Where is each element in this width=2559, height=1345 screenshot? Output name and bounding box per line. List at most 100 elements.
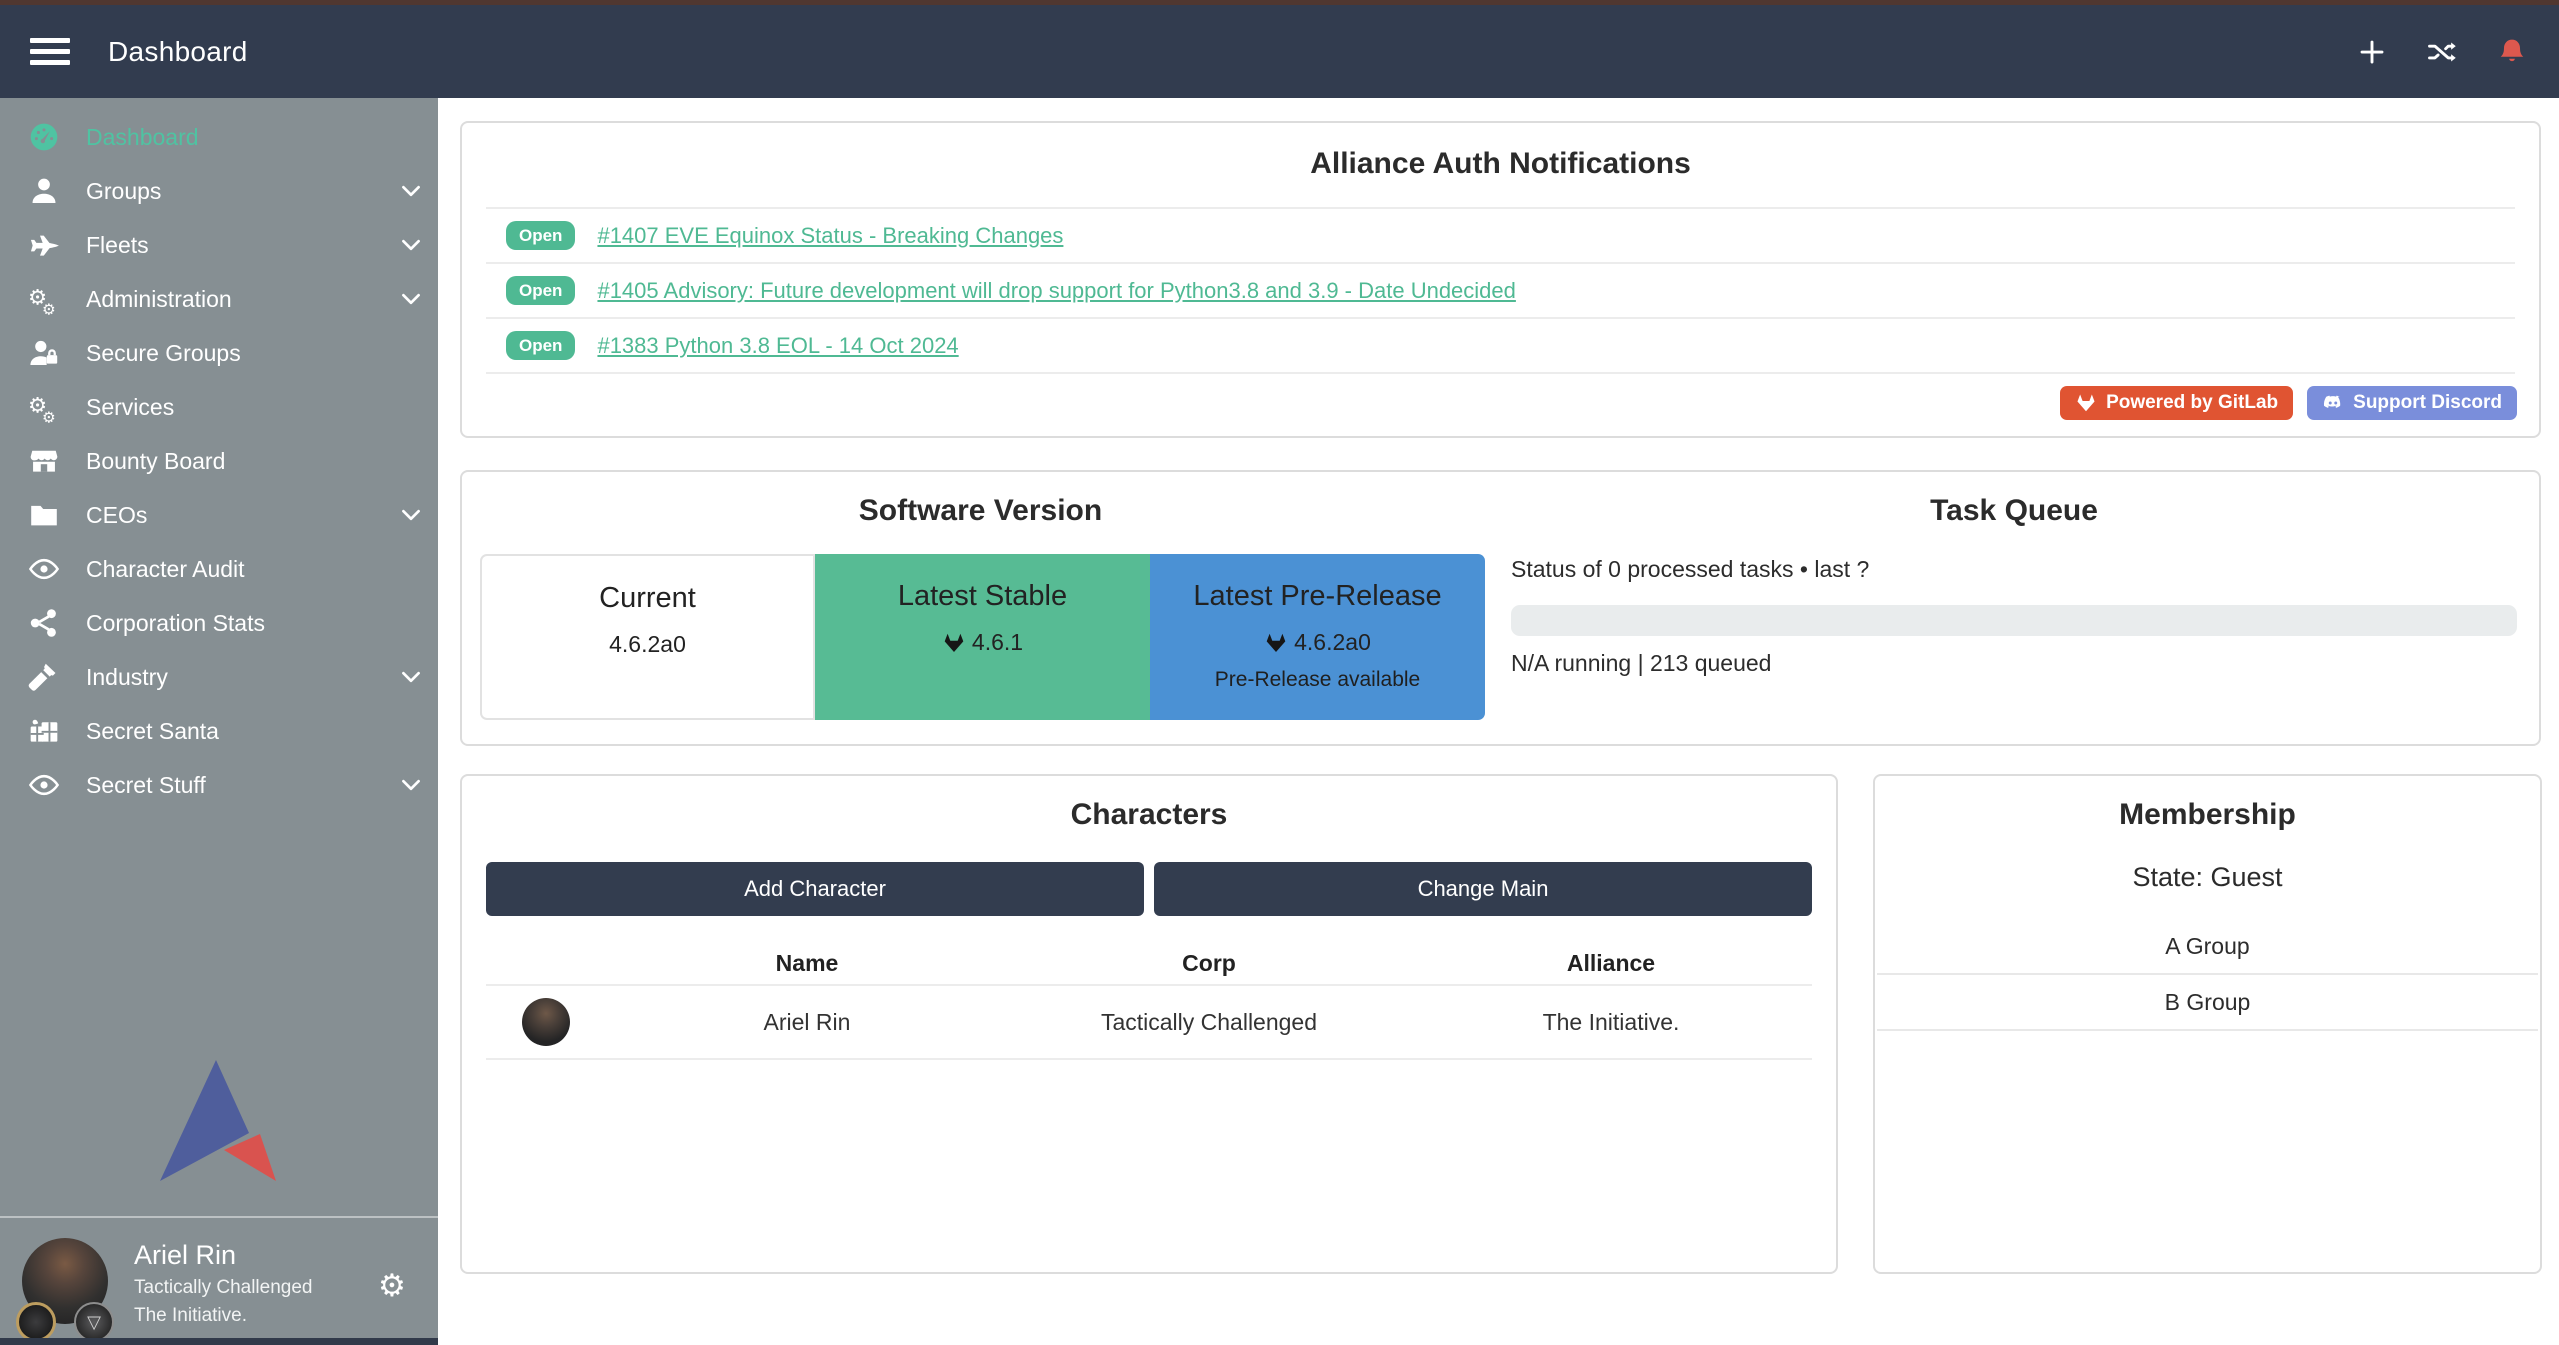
notification-link[interactable]: #1383 Python 3.8 EOL - 14 Oct 2024 (597, 333, 958, 359)
cell-corp: Tactically Challenged (1008, 1009, 1410, 1036)
person-lock-icon (26, 337, 62, 369)
version-box-label: Current (482, 582, 813, 615)
character-avatar (522, 998, 570, 1046)
sidebar: Dashboard Groups Fleets ⚙⚙ Administratio… (0, 98, 438, 1345)
jet-icon (26, 229, 62, 261)
sidebar-item-label: Dashboard (86, 124, 199, 151)
sidebar-item-corporation-stats[interactable]: Corporation Stats (0, 596, 438, 650)
sidebar-divider (0, 1216, 438, 1218)
eye-icon (26, 553, 62, 585)
sidebar-item-fleets[interactable]: Fleets (0, 218, 438, 272)
user-alliance: The Initiative. (134, 1305, 313, 1327)
sidebar-item-ceos[interactable]: CEOs (0, 488, 438, 542)
cell-alliance: The Initiative. (1410, 1009, 1812, 1036)
sidebar-bottom-strip (0, 1338, 438, 1345)
software-task-panel: Software Version Current 4.6.2a0 Latest … (460, 470, 2541, 746)
user-corp: Tactically Challenged (134, 1277, 313, 1299)
sidebar-item-secret-stuff[interactable]: Secret Stuff (0, 758, 438, 812)
discord-badge[interactable]: Support Discord (2307, 386, 2517, 420)
version-number: 4.6.2a0 (609, 631, 686, 658)
gitlab-badge[interactable]: Powered by GitLab (2060, 386, 2293, 420)
sidebar-item-secure-groups[interactable]: Secure Groups (0, 326, 438, 380)
chevron-down-icon (398, 286, 424, 312)
notifications-title: Alliance Auth Notifications (486, 147, 2515, 181)
software-version-section: Software Version Current 4.6.2a0 Latest … (462, 472, 1499, 744)
shuffle-icon[interactable] (2427, 37, 2457, 67)
folder-icon (26, 499, 62, 531)
sidebar-item-services[interactable]: ⚙⚙ Services (0, 380, 438, 434)
task-queue-section: Task Queue Status of 0 processed tasks •… (1499, 472, 2539, 744)
sidebar-item-character-audit[interactable]: Character Audit (0, 542, 438, 596)
add-character-button[interactable]: Add Character (486, 862, 1144, 916)
sidebar-item-bounty-board[interactable]: Bounty Board (0, 434, 438, 488)
task-progress-bar (1511, 605, 2517, 636)
status-badge: Open (506, 331, 575, 360)
status-badge: Open (506, 221, 575, 250)
membership-panel: Membership State: Guest A Group B Group (1873, 774, 2542, 1274)
chevron-down-icon (398, 178, 424, 204)
sidebar-item-label: Secret Santa (86, 718, 219, 745)
notification-row: Open #1405 Advisory: Future development … (486, 264, 2515, 319)
chevron-down-icon (398, 502, 424, 528)
table-row[interactable]: Ariel Rin Tactically Challenged The Init… (486, 984, 1812, 1060)
topbar: Dashboard (0, 5, 2559, 98)
notification-row: Open #1383 Python 3.8 EOL - 14 Oct 2024 (486, 319, 2515, 374)
sidebar-item-label: Secret Stuff (86, 772, 206, 799)
version-box-label: Latest Pre-Release (1150, 580, 1485, 613)
gitlab-icon (2075, 392, 2097, 414)
characters-title: Characters (486, 798, 1812, 832)
svg-text:⚙: ⚙ (378, 1268, 406, 1300)
prerelease-note: Pre-Release available (1150, 668, 1485, 692)
user-panel: ▽ Ariel Rin Tactically Challenged The In… (0, 1228, 438, 1338)
version-box-prerelease: Latest Pre-Release 4.6.2a0 Pre-Release a… (1150, 554, 1485, 720)
characters-table-header: Name Corp Alliance (486, 942, 1812, 984)
sidebar-item-label: Industry (86, 664, 168, 691)
list-item-group: A Group (1877, 919, 2538, 975)
chevron-down-icon (398, 664, 424, 690)
plus-icon[interactable] (2357, 37, 2387, 67)
gitlab-icon (1264, 631, 1288, 655)
characters-panel: Characters Add Character Change Main Nam… (460, 774, 1838, 1274)
sidebar-item-label: Fleets (86, 232, 149, 259)
sidebar-item-groups[interactable]: Groups (0, 164, 438, 218)
notification-link[interactable]: #1407 EVE Equinox Status - Breaking Chan… (597, 223, 1063, 249)
notification-row: Open #1407 EVE Equinox Status - Breaking… (486, 209, 2515, 264)
software-version-title: Software Version (462, 494, 1499, 528)
sidebar-item-label: Secure Groups (86, 340, 241, 367)
gifts-icon (26, 715, 62, 747)
bell-icon[interactable] (2497, 37, 2527, 67)
sidebar-item-label: Services (86, 394, 174, 421)
gear-icon[interactable]: ⚙ (378, 1266, 412, 1300)
gitlab-icon (942, 631, 966, 655)
hammer-icon (26, 661, 62, 693)
eye-icon (26, 769, 62, 801)
avatar: ▽ (22, 1238, 112, 1328)
membership-title: Membership (1877, 798, 2538, 832)
version-box-label: Latest Stable (815, 580, 1150, 613)
status-badge: Open (506, 276, 575, 305)
sidebar-item-label: Bounty Board (86, 448, 225, 475)
notification-link[interactable]: #1405 Advisory: Future development will … (597, 278, 1515, 304)
menu-toggle-icon[interactable] (30, 35, 72, 69)
column-header-alliance: Alliance (1410, 950, 1812, 977)
sidebar-item-label: Groups (86, 178, 161, 205)
gauge-icon (26, 121, 62, 153)
task-queue-title: Task Queue (1511, 494, 2517, 528)
topbar-actions (2357, 37, 2527, 67)
sidebar-item-dashboard[interactable]: Dashboard (0, 110, 438, 164)
task-queue-line: N/A running | 213 queued (1511, 650, 2517, 677)
notifications-panel: Alliance Auth Notifications Open #1407 E… (460, 121, 2541, 438)
cell-name: Ariel Rin (606, 1009, 1008, 1036)
sidebar-item-administration[interactable]: ⚙⚙ Administration (0, 272, 438, 326)
sidebar-item-secret-santa[interactable]: Secret Santa (0, 704, 438, 758)
sidebar-item-industry[interactable]: Industry (0, 650, 438, 704)
user-name: Ariel Rin (134, 1240, 313, 1271)
change-main-button[interactable]: Change Main (1154, 862, 1812, 916)
chevron-down-icon (398, 772, 424, 798)
sidebar-item-label: Character Audit (86, 556, 245, 583)
column-header-corp: Corp (1008, 950, 1410, 977)
sidebar-item-label: Administration (86, 286, 232, 313)
list-item-group: B Group (1877, 975, 2538, 1031)
cogs-icon: ⚙⚙ (26, 283, 62, 315)
page-title: Dashboard (108, 36, 248, 68)
